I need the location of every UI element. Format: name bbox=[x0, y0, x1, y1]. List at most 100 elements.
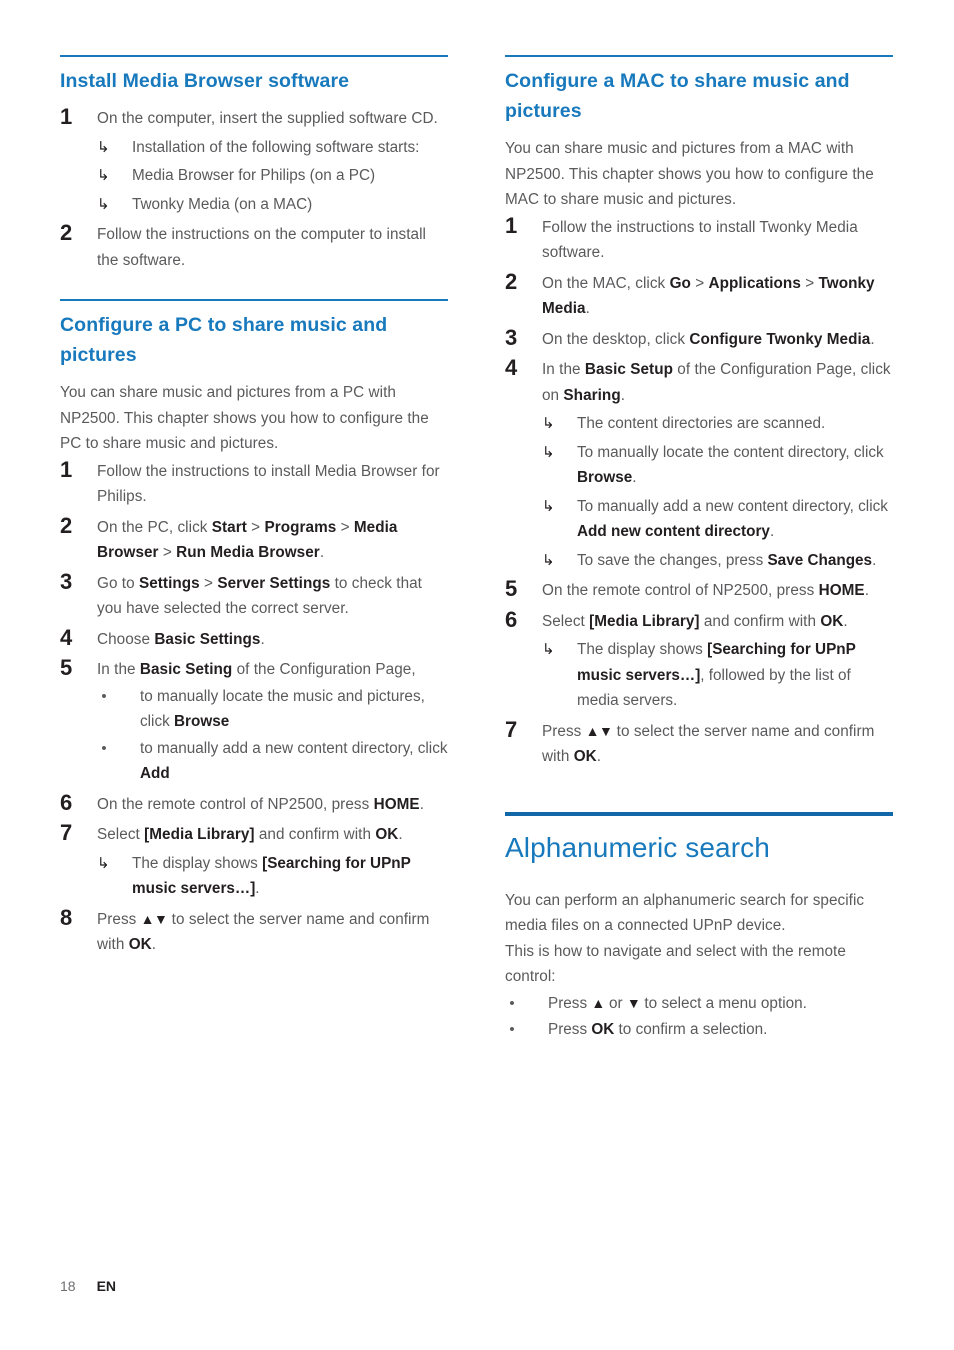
bold-term: HOME bbox=[818, 582, 865, 599]
step-text: Select [Media Library] and confirm with … bbox=[542, 609, 893, 635]
bold-term: Server Settings bbox=[217, 574, 331, 592]
chapter-alphanumeric-search: Alphanumeric search You can perform an a… bbox=[505, 811, 893, 1043]
text-run: On the remote control of NP2500, press bbox=[97, 795, 374, 813]
section-intro-paragraph: You can share music and pictures from a … bbox=[505, 140, 874, 208]
step-text: Press ▲▼ to select the server name and c… bbox=[542, 719, 893, 770]
step-text: Follow the instructions to install Media… bbox=[97, 459, 448, 510]
step-text: In the Basic Setup of the Configuration … bbox=[542, 357, 893, 408]
bold-term: Browse bbox=[577, 469, 633, 486]
step-number: 5 bbox=[505, 576, 518, 601]
bullet-dot-icon: • bbox=[509, 994, 515, 1012]
chapter-paragraphs: You can perform an alphanumeric search f… bbox=[505, 888, 893, 990]
numbered-step: 8 Press ▲▼ to select the server name and … bbox=[60, 905, 448, 958]
bold-term: Applications bbox=[708, 274, 801, 292]
step-text: Follow the instructions on the computer … bbox=[97, 222, 448, 273]
bold-term: OK bbox=[375, 826, 399, 843]
text-run: . bbox=[870, 330, 875, 348]
numbered-step: 3 On the desktop, click Configure Twonky … bbox=[505, 325, 893, 353]
step-text: Select [Media Library] and confirm with … bbox=[97, 822, 448, 848]
step-number: 1 bbox=[505, 212, 518, 238]
text-run: of the Configuration Page, bbox=[232, 661, 416, 678]
numbered-step: 1 On the computer, insert the supplied so… bbox=[60, 104, 448, 217]
bold-term: Settings bbox=[138, 574, 200, 592]
step-text: On the desktop, click Configure Twonky M… bbox=[542, 327, 893, 353]
step-text: On the MAC, click Go > Applications > Tw… bbox=[542, 271, 893, 322]
text-run: > bbox=[690, 274, 709, 292]
sub-step-text: The display shows [Searching for UPnP mu… bbox=[132, 855, 411, 898]
text-run: The display shows bbox=[577, 641, 708, 658]
step-number: 3 bbox=[505, 324, 518, 350]
sub-step-arrow: ↳ Installation of the following software … bbox=[97, 135, 448, 161]
text-run: Twonky Media (on a MAC) bbox=[132, 195, 313, 213]
bullet-dot-icon: • bbox=[509, 1021, 515, 1038]
text-run: . bbox=[419, 795, 424, 813]
text-run: . bbox=[398, 826, 403, 843]
bold-term: Run Media Browser bbox=[176, 544, 320, 561]
text-run: To save the changes, press bbox=[577, 551, 768, 569]
sub-step-text: Installation of the following software s… bbox=[132, 139, 419, 156]
numbered-step: 5 In the Basic Seting of the Configuratio… bbox=[60, 655, 448, 787]
arrow-hook-icon: ↳ bbox=[542, 497, 555, 515]
step-number: 1 bbox=[60, 104, 73, 129]
text-run: Choose bbox=[97, 630, 155, 648]
text-run: On the PC, click bbox=[97, 518, 212, 536]
numbered-step: 2 On the MAC, click Go > Applications > T… bbox=[505, 269, 893, 322]
numbered-step: 6 Select [Media Library] and confirm with… bbox=[505, 607, 893, 714]
sub-step-text: To manually add a new content directory,… bbox=[577, 498, 888, 541]
text-run: > bbox=[158, 544, 177, 561]
section-intro-paragraph: You can share music and pictures from a … bbox=[60, 384, 429, 452]
numbered-step: 2 Follow the instructions on the computer… bbox=[60, 220, 448, 273]
text-run: To manually locate the content directory… bbox=[577, 443, 884, 461]
text-run: . bbox=[769, 523, 775, 540]
text-run: Select bbox=[542, 612, 590, 630]
chapter-bullets: • Press ▲ or ▼ to select a menu option. • P… bbox=[505, 991, 893, 1043]
text-run: . bbox=[864, 582, 869, 599]
footer-page-number: 18 bbox=[60, 1278, 76, 1294]
step-text: On the remote control of NP2500, press H… bbox=[97, 792, 448, 818]
text-run: > bbox=[246, 518, 265, 536]
bold-term: Save Changes bbox=[767, 551, 873, 569]
arrow-hook-icon: ↳ bbox=[97, 167, 110, 184]
bold-term: HOME bbox=[373, 795, 420, 813]
text-run: On the remote control of NP2500, press bbox=[542, 582, 819, 599]
arrow-hook-icon: ↳ bbox=[97, 854, 110, 872]
chapter-heading: Alphanumeric search bbox=[505, 831, 770, 863]
bold-term: OK bbox=[820, 612, 844, 630]
numbered-step: 4 In the Basic Setup of the Configuration… bbox=[505, 355, 893, 573]
step-number: 2 bbox=[60, 512, 73, 538]
left-column: Install Media Browser software 1 On the c… bbox=[60, 55, 448, 958]
bold-term: [Media Library] bbox=[144, 826, 255, 843]
steps-list: 1 Follow the instructions to install Twon… bbox=[505, 213, 893, 770]
sub-step-text: The content directories are scanned. bbox=[577, 415, 825, 432]
text-run: or bbox=[604, 994, 627, 1012]
bold-term: Browse bbox=[174, 713, 230, 730]
sub-step-text: The display shows [Searching for UPnP mu… bbox=[577, 641, 856, 709]
step-text: Press ▲▼ to select the server name and c… bbox=[97, 907, 448, 958]
text-run: > bbox=[800, 274, 819, 292]
bold-term: Programs bbox=[264, 518, 337, 536]
numbered-step: 6 On the remote control of NP2500, press … bbox=[60, 790, 448, 818]
sub-step-text: Media Browser for Philips (on a PC) bbox=[132, 167, 375, 184]
sub-step-arrow: ↳ The display shows [Searching for UPnP m… bbox=[97, 851, 448, 902]
section-heading: Configure a PC to share music and pictur… bbox=[60, 314, 388, 366]
text-run: The content directories are scanned. bbox=[577, 415, 826, 432]
step-text: In the Basic Seting of the Configuration… bbox=[97, 657, 448, 683]
text-run: The display shows bbox=[132, 854, 263, 872]
sub-step-bullet: • to manually add a new content directory… bbox=[97, 736, 448, 787]
step-number: 4 bbox=[505, 355, 518, 380]
chapter-rule bbox=[505, 811, 893, 816]
section-rule bbox=[60, 55, 448, 57]
steps-list: 1 On the computer, insert the supplied so… bbox=[60, 104, 448, 273]
paragraph: This is how to navigate and select with … bbox=[505, 942, 846, 986]
arrow-hook-icon: ↳ bbox=[97, 195, 110, 213]
page-footer: 18 EN bbox=[60, 1278, 116, 1294]
text-run: . bbox=[151, 936, 157, 953]
numbered-step: 7 Press ▲▼ to select the server name and … bbox=[505, 717, 893, 770]
text-run: Go to bbox=[97, 574, 139, 592]
sub-step-text: Twonky Media (on a MAC) bbox=[132, 196, 312, 213]
text-run: to manually add a new content directory,… bbox=[140, 739, 448, 757]
text-run: to select a menu option. bbox=[640, 994, 807, 1012]
text-run: . bbox=[596, 748, 602, 765]
step-text: On the remote control of NP2500, press H… bbox=[542, 578, 893, 604]
footer-language: EN bbox=[96, 1278, 117, 1294]
